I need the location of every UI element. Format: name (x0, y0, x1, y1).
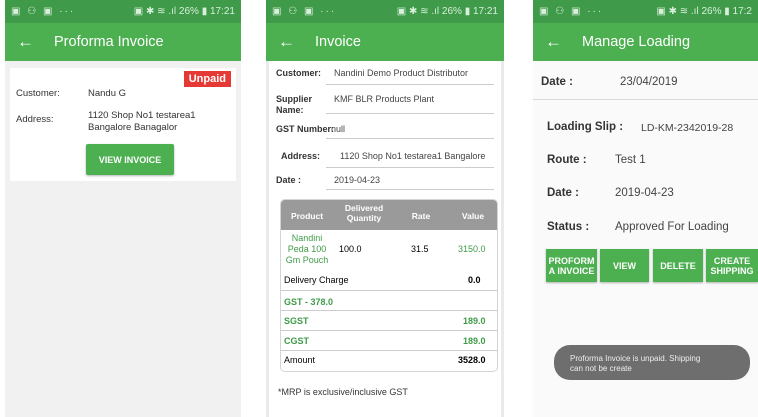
gst-label: GST Number: (276, 124, 335, 134)
proforma-invoice-label-2: A INVOICE (548, 265, 595, 276)
sgst-value: 189.0 (463, 316, 486, 326)
status-bar: ▣ ⚇ ▣ ··· ▣ ✱ ≋ .ıl 26% ▮ 17:21 (5, 0, 241, 23)
header-rate: Rate (411, 211, 431, 221)
cgst-label: CGST (284, 336, 310, 346)
proforma-invoice-button[interactable]: PROFORM A INVOICE (546, 249, 597, 282)
customer-label: Customer: (276, 68, 322, 78)
gst-value: null (331, 124, 346, 134)
divider (281, 310, 497, 311)
header-delivered-quantity: Delivered Quantity (344, 203, 384, 223)
divider (326, 138, 494, 139)
date-label: Date : (541, 76, 573, 88)
page-title: Invoice (315, 34, 361, 50)
delivery-charge-label: Delivery Charge (284, 275, 349, 285)
amount-value: 3528.0 (458, 355, 486, 365)
status-icons-right: ▣ ✱ ≋ .ıl 26% ▮ 17:21 (396, 6, 498, 17)
route-value: Test 1 (615, 154, 646, 166)
date-value: 23/04/2019 (620, 76, 678, 88)
page-title: Manage Loading (582, 34, 691, 50)
status-value: Approved For Loading (615, 221, 729, 233)
supplier-value: KMF BLR Products Plant (334, 94, 435, 104)
page-title: Proforma Invoice (54, 34, 164, 50)
manage-loading-screen: ▣ ⚇ ▣ ··· ▣ ✱ ≋ .ıl 26% ▮ 17:2 ← Manage … (533, 0, 758, 417)
supplier-label: Supplier (276, 94, 313, 104)
loading-slip-label: Loading Slip : (547, 121, 624, 133)
app-bar: ← Proforma Invoice (5, 23, 241, 61)
divider (326, 113, 494, 114)
create-shipping-label-1: CREATE (713, 255, 751, 266)
invoice-sheet: Customer: Nandini Demo Product Distribut… (269, 61, 501, 417)
date2-label: Date : (547, 187, 579, 199)
invoice-screen: ▣ ⚇ ▣ ··· ▣ ✱ ≋ .ıl 26% ▮ 17:21 ← Invoic… (266, 0, 504, 417)
app-bar: ← Invoice (266, 23, 504, 61)
invoice-card: Unpaid Customer: Nandu G Address: 1120 S… (10, 68, 236, 181)
address-line-2: Bangalore Banagalor (88, 122, 178, 133)
status-bar: ▣ ⚇ ▣ ··· ▣ ✱ ≋ .ıl 26% ▮ 17:21 (266, 0, 504, 23)
row-value: 3150.0 (458, 244, 486, 254)
table-header: Product Delivered Quantity Rate Value (281, 200, 497, 230)
proforma-invoice-screen: ▣ ⚇ ▣ ··· ▣ ✱ ≋ .ıl 26% ▮ 17:21 ← Profor… (5, 0, 241, 417)
view-invoice-button[interactable]: VIEW INVOICE (86, 144, 174, 175)
status-icons-right: ▣ ✱ ≋ .ıl 26% ▮ 17:2 (656, 6, 752, 17)
gst-note: *MRP is exclusive/inclusive GST (278, 387, 408, 397)
cgst-value: 189.0 (463, 336, 486, 346)
divider (281, 290, 497, 291)
toast-message: Proforma Invoice is unpaid. Shipping can… (554, 345, 750, 380)
sgst-label: SGST (284, 316, 309, 326)
divider (326, 84, 494, 85)
unpaid-badge: Unpaid (183, 71, 231, 87)
view-button[interactable]: VIEW (600, 249, 649, 282)
toast-line-2: can not be create (570, 364, 632, 373)
divider (281, 330, 497, 331)
status-icons-right: ▣ ✱ ≋ .ıl 26% ▮ 17:21 (133, 6, 235, 17)
header-product: Product (290, 211, 324, 221)
toast-line-1: Proforma Invoice is unpaid. Shipping (570, 354, 701, 363)
status-bar: ▣ ⚇ ▣ ··· ▣ ✱ ≋ .ıl 26% ▮ 17:2 (533, 0, 758, 23)
delivered-quantity: 100.0 (339, 244, 362, 254)
delivery-charge-value: 0.0 (468, 275, 481, 285)
loading-slip-value: LD-KM-2342019-28 (641, 122, 734, 134)
back-arrow-icon[interactable]: ← (17, 32, 34, 52)
customer-value: Nandu G (88, 88, 127, 99)
supplier-label-2: Name: (276, 105, 304, 115)
date-value: 2019-04-23 (334, 175, 381, 185)
status-icons-left: ▣ ⚇ ▣ ··· (11, 6, 76, 17)
proforma-invoice-label-1: PROFORM (548, 255, 595, 266)
address-label: Address: (16, 114, 54, 125)
route-label: Route : (547, 154, 587, 166)
header-value: Value (461, 211, 485, 221)
invoice-table: Product Delivered Quantity Rate Value Na… (280, 199, 498, 372)
date-label: Date : (276, 175, 302, 185)
gst-total: GST - 378.0 (284, 297, 334, 307)
product-name-3: Gm Pouch (285, 255, 329, 265)
date2-value: 2019-04-23 (615, 187, 674, 199)
customer-value: Nandini Demo Product Distributor (334, 68, 469, 78)
status-label: Status : (547, 221, 590, 233)
create-shipping-label-2: SHIPPING (710, 265, 754, 276)
back-arrow-icon[interactable]: ← (278, 32, 295, 52)
create-shipping-button[interactable]: CREATE SHIPPING (706, 249, 758, 282)
back-arrow-icon[interactable]: ← (545, 32, 562, 52)
customer-label: Customer: (16, 88, 60, 99)
amount-label: Amount (284, 355, 316, 365)
rate: 31.5 (411, 244, 429, 254)
divider (281, 350, 497, 351)
product-name-2: Peda 100 (287, 244, 327, 254)
divider (326, 189, 494, 190)
divider (326, 167, 494, 168)
address-line-1: 1120 Shop No1 testarea1 (88, 110, 196, 121)
divider (533, 99, 758, 100)
status-icons-left: ▣ ⚇ ▣ ··· (272, 6, 337, 17)
app-bar: ← Manage Loading (533, 23, 758, 61)
delete-button[interactable]: DELETE (653, 249, 703, 282)
address-value: 1120 Shop No1 testarea1 Bangalore (340, 151, 486, 161)
address-label: Address: (281, 151, 321, 161)
status-icons-left: ▣ ⚇ ▣ ··· (539, 6, 604, 17)
product-name-1: Nandini (291, 233, 323, 243)
